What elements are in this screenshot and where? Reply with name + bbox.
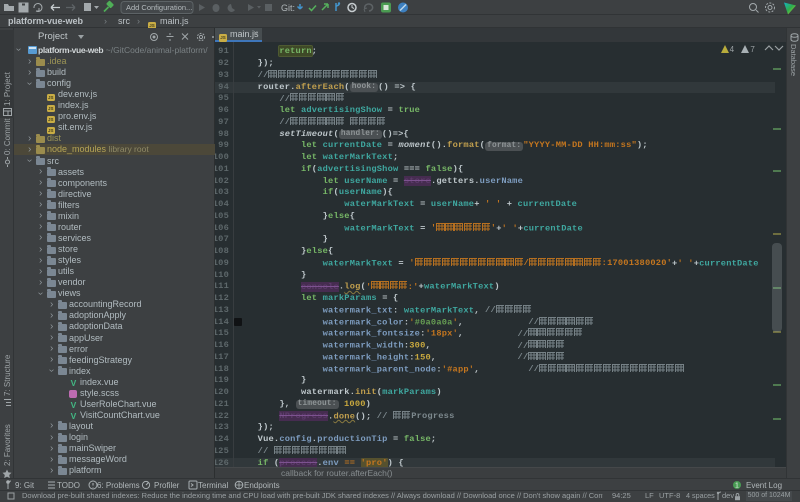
- svg-text:9: Git: 9: Git: [15, 481, 35, 490]
- svg-text:Endpoints: Endpoints: [244, 481, 280, 490]
- svg-text:6: Problems: 6: Problems: [97, 481, 140, 490]
- svg-text:Terminal: Terminal: [198, 481, 228, 490]
- svg-text:Add Configuration...: Add Configuration...: [126, 3, 192, 12]
- svg-text:TODO: TODO: [57, 481, 80, 490]
- svg-text:Profiler: Profiler: [154, 481, 180, 490]
- svg-text:Event Log: Event Log: [746, 481, 782, 490]
- svg-text:Git:: Git:: [281, 3, 295, 13]
- svg-text:1: 1: [735, 483, 739, 490]
